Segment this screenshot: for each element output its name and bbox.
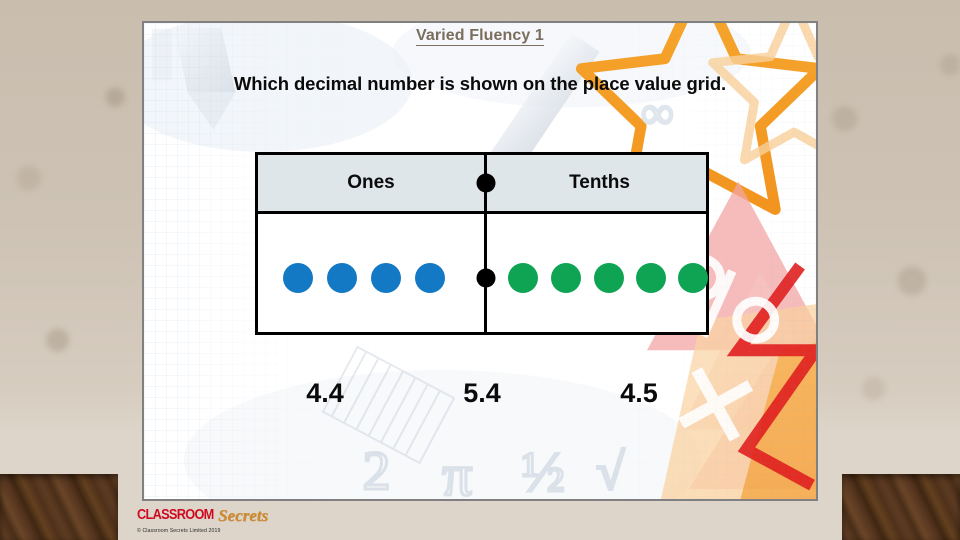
answer-option-2[interactable]: 5.4: [412, 378, 552, 409]
counter-ones: [327, 263, 357, 293]
wooden-floor-left: [0, 474, 118, 540]
counter-tenths: [594, 263, 624, 293]
counter-tenths: [551, 263, 581, 293]
counter-ones: [283, 263, 313, 293]
question-text: Which decimal number is shown on the pla…: [233, 73, 727, 94]
answer-option-1[interactable]: 4.4: [255, 378, 395, 409]
answer-options: 4.4 5.4 4.5: [255, 378, 709, 409]
counter-ones: [371, 263, 401, 293]
footer: CLASSROOM Secrets © Classroom Secrets Li…: [137, 505, 357, 535]
lesson-title-text: Varied Fluency 1: [416, 27, 544, 46]
wooden-floor-right: [842, 474, 960, 540]
presentation-slide: 2 π ½ √ ∞ Varied Fluency 1 W: [142, 21, 818, 501]
logo-primary-text: CLASSROOM: [137, 507, 214, 524]
classroom-secrets-logo: CLASSROOM Secrets: [137, 505, 357, 526]
counter-tenths: [636, 263, 666, 293]
logo-secondary-text: Secrets: [218, 506, 269, 525]
column-header-ones: Ones: [347, 172, 395, 193]
column-header-tenths: Tenths: [569, 172, 630, 193]
decimal-point-icon-body: [476, 268, 496, 288]
answer-option-3[interactable]: 4.5: [569, 378, 709, 409]
slide-content: Varied Fluency 1 Which decimal number is…: [144, 23, 816, 499]
counter-tenths: [678, 263, 708, 293]
place-value-grid: Ones Tenths: [255, 152, 709, 335]
counter-ones: [415, 263, 445, 293]
counter-tenths: [508, 263, 538, 293]
copyright-text: © Classroom Secrets Limited 2019: [137, 528, 221, 534]
lesson-title: Varied Fluency 1: [144, 27, 816, 46]
decimal-point-icon-header: [476, 173, 496, 193]
